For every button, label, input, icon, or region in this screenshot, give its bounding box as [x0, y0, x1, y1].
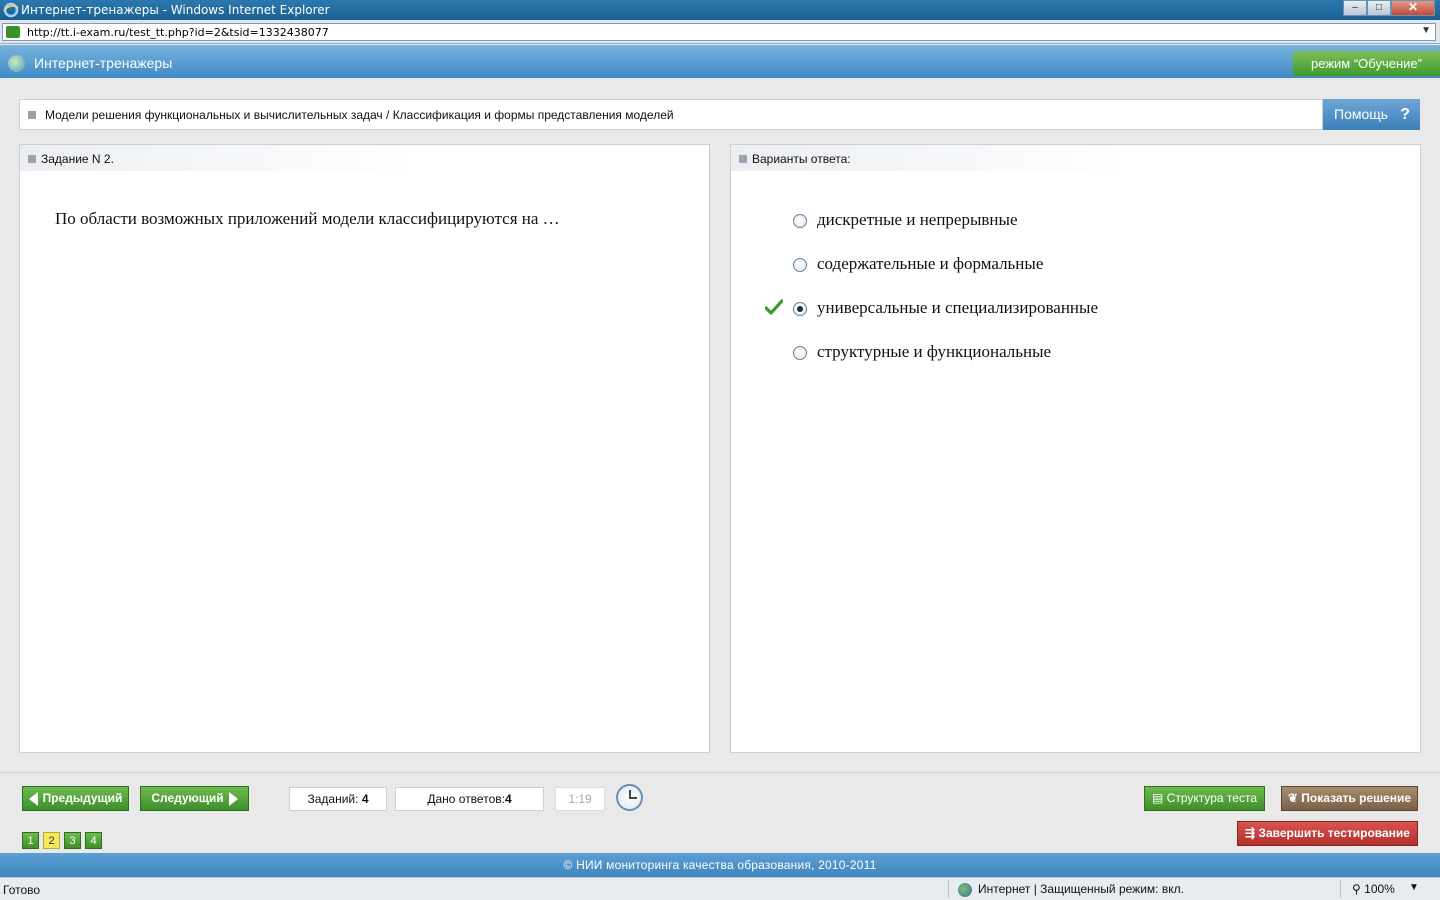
show-solution-button[interactable]: ❦ Показать решение	[1281, 786, 1418, 811]
zoom-level: 100%	[1364, 882, 1395, 896]
status-bar: Готово Интернет | Защищенный режим: вкл.…	[0, 877, 1440, 900]
magnifier-icon: ⚲	[1352, 882, 1361, 896]
answer-radio[interactable]	[793, 258, 807, 272]
arrow-right-icon	[228, 791, 238, 806]
app-name: Интернет-тренажеры	[34, 55, 173, 71]
zoom-control[interactable]: ⚲ 100%	[1352, 882, 1395, 896]
question-text: По области возможных приложений модели к…	[55, 209, 560, 228]
tasks-count: 4	[361, 792, 369, 806]
task-panel-header: Задание N 2.	[20, 145, 415, 171]
zone-text: Интернет | Защищенный режим: вкл.	[978, 882, 1184, 896]
clock-icon	[616, 784, 643, 811]
answers-counter: Дано ответов:4	[395, 787, 544, 811]
answer-option[interactable]: содержательные и формальные	[731, 253, 1331, 277]
answer-label[interactable]: структурные и функциональные	[817, 342, 1051, 362]
answer-label[interactable]: дискретные и непрерывные	[817, 210, 1018, 230]
task-title: Задание N 2.	[41, 152, 114, 166]
url-dropdown-icon[interactable]: ▼	[1421, 25, 1431, 36]
page-button[interactable]: 4	[85, 832, 102, 849]
runner-icon: ⇶	[1245, 826, 1256, 840]
page-button-current[interactable]: 2	[43, 832, 60, 849]
url-field[interactable]: http://tt.i-exam.ru/test_tt.php?id=2&tsi…	[2, 23, 1436, 41]
answer-radio[interactable]	[793, 214, 807, 228]
bullet-icon	[739, 155, 747, 163]
close-button[interactable]: ✕	[1391, 0, 1435, 16]
bullet-icon	[28, 155, 36, 163]
zoom-dropdown-icon[interactable]: ▼	[1409, 882, 1419, 893]
breadcrumb: Модели решения функциональных и вычислит…	[19, 99, 1323, 130]
mode-badge: режим “Обучение”	[1293, 51, 1440, 76]
globe-logo-icon	[8, 55, 25, 72]
answer-option[interactable]: универсальные и специализированные	[731, 297, 1331, 321]
answer-radio-selected[interactable]	[793, 302, 807, 316]
finish-label: Завершить тестирование	[1258, 826, 1410, 840]
checkmark-icon	[765, 299, 783, 315]
app-header: Интернет-тренажеры режим “Обучение”	[0, 45, 1440, 78]
bullet-icon	[28, 111, 36, 119]
next-label: Следующий	[151, 791, 224, 805]
window-title: Интернет-тренажеры - Windows Internet Ex…	[21, 3, 330, 17]
security-zone[interactable]: Интернет | Защищенный режим: вкл.	[958, 882, 1184, 897]
globe-icon	[958, 882, 972, 897]
window-titlebar: Интернет-тренажеры - Windows Internet Ex…	[0, 0, 1440, 20]
answer-label[interactable]: содержательные и формальные	[817, 254, 1043, 274]
timer: 1:19	[555, 787, 605, 811]
copyright-footer: © НИИ мониторинга качества образования, …	[0, 853, 1440, 877]
prev-label: Предыдущий	[42, 791, 123, 805]
window-controls: – □ ✕	[1343, 0, 1435, 16]
structure-button[interactable]: ▤ Структура теста	[1144, 786, 1265, 811]
book-icon: ❦	[1287, 791, 1298, 805]
prev-button[interactable]: Предыдущий	[22, 786, 129, 811]
answers-panel-header: Варианты ответа:	[731, 145, 1126, 171]
page-button[interactable]: 3	[64, 832, 81, 849]
question-icon: ?	[1400, 106, 1410, 123]
ie-icon	[3, 2, 19, 18]
url-text: http://tt.i-exam.ru/test_tt.php?id=2&tsi…	[27, 26, 329, 39]
tasks-label: Заданий:	[307, 792, 359, 806]
minimize-button[interactable]: –	[1343, 0, 1367, 16]
answer-label[interactable]: универсальные и специализированные	[817, 298, 1098, 318]
arrow-left-icon	[28, 791, 38, 806]
site-favicon-icon	[6, 26, 20, 38]
answers-panel: Варианты ответа: дискретные и непрерывны…	[730, 144, 1421, 753]
structure-label: Структура теста	[1166, 791, 1258, 805]
next-button[interactable]: Следующий	[140, 786, 249, 811]
answer-option[interactable]: дискретные и непрерывные	[731, 209, 1331, 233]
answers-title: Варианты ответа:	[752, 152, 851, 166]
finish-test-button[interactable]: ⇶ Завершить тестирование	[1237, 821, 1418, 846]
breadcrumb-text: Модели решения функциональных и вычислит…	[45, 108, 674, 122]
bottom-toolbar: Предыдущий Следующий Заданий: 4 Дано отв…	[0, 772, 1440, 853]
answers-label: Дано ответов:	[427, 792, 505, 806]
answer-option[interactable]: структурные и функциональные	[731, 341, 1331, 365]
status-text: Готово	[3, 883, 41, 897]
page-navigator: 1 2 3 4	[22, 832, 102, 849]
tasks-counter: Заданий: 4	[289, 787, 387, 811]
task-panel: Задание N 2. По области возможных прилож…	[19, 144, 710, 753]
help-button[interactable]: Помощь ?	[1323, 99, 1420, 130]
list-icon: ▤	[1151, 791, 1164, 805]
answers-count: 4	[504, 792, 512, 806]
solution-label: Показать решение	[1301, 791, 1412, 805]
help-label: Помощь	[1334, 106, 1389, 122]
address-bar: http://tt.i-exam.ru/test_tt.php?id=2&tsi…	[0, 20, 1440, 44]
maximize-button[interactable]: □	[1367, 0, 1391, 16]
page-button[interactable]: 1	[22, 832, 39, 849]
answer-radio[interactable]	[793, 346, 807, 360]
